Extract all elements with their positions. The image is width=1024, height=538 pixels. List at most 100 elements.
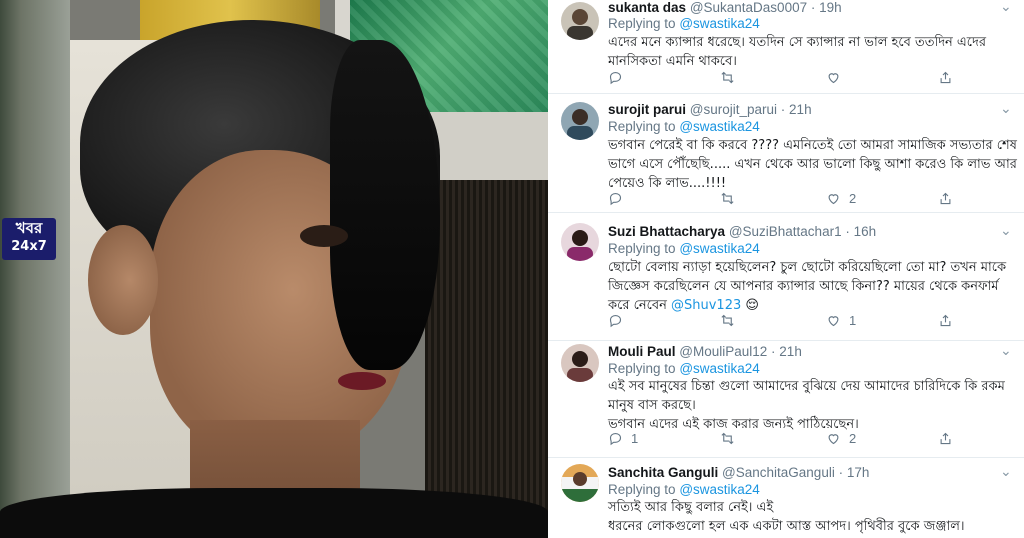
tweet-time[interactable]: 21h [789, 102, 812, 117]
like-button[interactable] [826, 68, 849, 86]
replying-to-label: Replying to [608, 119, 676, 134]
tweet-author-name[interactable]: Sanchita Ganguli [608, 465, 718, 480]
tweet-reply[interactable]: Mouli Paul @MouliPaul12 · 21h ⌄ Replying… [548, 341, 1024, 458]
tweet-author-handle[interactable]: @SuziBhattachar1 [729, 224, 842, 239]
like-count: 2 [849, 190, 857, 206]
photo-bg-wall [0, 0, 70, 538]
share-button[interactable] [938, 311, 953, 329]
tweet-text: ছোটো বেলায় ন্যাড়া হয়েছিলেন? চুল ছোটো … [608, 258, 1008, 315]
tweet-time[interactable]: 19h [819, 0, 842, 15]
share-button[interactable] [938, 189, 953, 207]
like-icon [828, 193, 839, 204]
tweet-reply[interactable]: Suzi Bhattacharya @SuziBhattachar1 · 16h… [548, 213, 1024, 341]
tweet-author-handle[interactable]: @SanchitaGanguli [722, 465, 835, 480]
photo-bg-door [425, 180, 548, 538]
tweet-meta: surojit parui @surojit_parui · 21h [608, 102, 812, 117]
like-icon [828, 315, 839, 326]
share-icon [940, 71, 951, 83]
tweet-text-line: জিজ্ঞেস করেছিলেন যে আপনার ক্যান্সার আছে … [608, 279, 999, 294]
tweet-author-handle[interactable]: @MouliPaul12 [679, 344, 767, 359]
tweet-time[interactable]: 17h [847, 465, 870, 480]
avatar[interactable] [561, 2, 599, 40]
tweet-text-line: মানুষ বাস করছে। [608, 398, 696, 413]
share-button[interactable] [938, 68, 953, 86]
tweet-author-handle[interactable]: @SukantaDas0007 [690, 0, 807, 15]
tweet-text-line: এদের মনে ক্যান্সার ধরেছে। যতদিন সে ক্যান… [608, 35, 987, 50]
like-count: 1 [849, 312, 857, 328]
retweet-icon [721, 192, 734, 204]
chevron-down-icon[interactable]: ⌄ [1000, 0, 1014, 16]
share-icon [940, 432, 951, 444]
like-count: 2 [849, 430, 857, 446]
tweet-actions: 1 [608, 311, 1008, 329]
reply-icon [609, 192, 622, 205]
tweet-text: এদের মনে ক্যান্সার ধরেছে। যতদিন সে ক্যান… [608, 33, 1008, 71]
replying-to-mention[interactable]: @swastika24 [679, 241, 760, 256]
avatar[interactable] [561, 102, 599, 140]
chevron-down-icon[interactable]: ⌄ [1000, 344, 1014, 360]
reply-button[interactable] [608, 189, 631, 207]
news-photo: খবর 24x7 [0, 0, 548, 538]
news-logo-text: খবর [15, 219, 43, 237]
tweet-author-name[interactable]: surojit parui [608, 102, 686, 117]
tweet-reply[interactable]: surojit parui @surojit_parui · 21h ⌄ Rep… [548, 94, 1024, 213]
replying-to: Replying to @swastika24 [608, 16, 760, 32]
retweet-button[interactable] [720, 429, 743, 447]
tweet-text-line: ছোটো বেলায় ন্যাড়া হয়েছিলেন? চুল ছোটো … [608, 260, 1007, 275]
chevron-down-icon[interactable]: ⌄ [1000, 465, 1014, 481]
replying-to: Replying to @swastika24 [608, 241, 760, 257]
reply-icon [609, 432, 622, 445]
avatar[interactable] [561, 464, 599, 502]
replying-to-label: Replying to [608, 241, 676, 256]
tweet-meta: Mouli Paul @MouliPaul12 · 21h [608, 344, 802, 359]
replying-to-mention[interactable]: @swastika24 [679, 482, 760, 497]
tweet-author-handle[interactable]: @surojit_parui [690, 102, 777, 117]
like-button[interactable]: 1 [826, 311, 856, 329]
tweet-time[interactable]: 21h [779, 344, 802, 359]
tweet-meta: Sanchita Ganguli @SanchitaGanguli · 17h [608, 465, 870, 480]
share-button[interactable] [938, 429, 953, 447]
avatar[interactable] [561, 223, 599, 261]
tweet-author-name[interactable]: Suzi Bhattacharya [608, 224, 725, 239]
tweet-author-name[interactable]: sukanta das [608, 0, 686, 15]
like-icon [828, 72, 839, 83]
reply-button[interactable] [608, 311, 631, 329]
retweet-button[interactable] [720, 311, 743, 329]
news-logo-text: 24x7 [11, 239, 47, 254]
replying-to-label: Replying to [608, 16, 676, 31]
like-button[interactable]: 2 [826, 429, 856, 447]
replying-to: Replying to @swastika24 [608, 119, 760, 135]
replying-to-label: Replying to [608, 482, 676, 497]
chevron-down-icon[interactable]: ⌄ [1000, 224, 1014, 240]
like-icon [828, 433, 839, 444]
share-icon [940, 314, 951, 326]
reply-button[interactable]: 1 [608, 429, 638, 447]
retweet-button[interactable] [720, 189, 743, 207]
tweet-actions [608, 68, 1008, 86]
tweet-reply[interactable]: Sanchita Ganguli @SanchitaGanguli · 17h … [548, 458, 1024, 538]
chevron-down-icon[interactable]: ⌄ [1000, 102, 1014, 118]
tweet-author-name[interactable]: Mouli Paul [608, 344, 676, 359]
replying-to-label: Replying to [608, 361, 676, 376]
reply-icon [609, 71, 622, 84]
replying-to-mention[interactable]: @swastika24 [679, 119, 760, 134]
replying-to-mention[interactable]: @swastika24 [679, 16, 760, 31]
tweet-meta: sukanta das @SukantaDas0007 · 19h [608, 0, 842, 15]
tweet-time[interactable]: 16h [854, 224, 877, 239]
tweet-actions: 1 2 [608, 429, 1008, 447]
retweet-icon [721, 314, 734, 326]
tweet-meta: Suzi Bhattacharya @SuziBhattachar1 · 16h [608, 224, 877, 239]
like-button[interactable]: 2 [826, 189, 856, 207]
reply-button[interactable] [608, 68, 631, 86]
tweet-text-line: ভাগে এসে পৌঁছেছি..... এখন থেকে আর ভালো ক… [608, 157, 1017, 172]
tweet-text: এই সব মানুষের চিন্তা গুলো আমাদের বুঝিয়ে… [608, 377, 1008, 434]
tweet-text: ভগবান পেরেই বা কি করবে ???? এমনিতেই তো আ… [608, 136, 1017, 193]
tweet-text-line: ধরনের লোকগুলো হল এক একটা আস্ত আপদ। পৃথিব… [608, 519, 965, 534]
replying-to: Replying to @swastika24 [608, 361, 760, 377]
tweet-reply[interactable]: sukanta das @SukantaDas0007 · 19h ⌄ Repl… [548, 0, 1024, 94]
share-icon [940, 192, 951, 204]
news-logo: খবর 24x7 [2, 218, 56, 260]
avatar[interactable] [561, 344, 599, 382]
retweet-button[interactable] [720, 68, 743, 86]
replying-to-mention[interactable]: @swastika24 [679, 361, 760, 376]
